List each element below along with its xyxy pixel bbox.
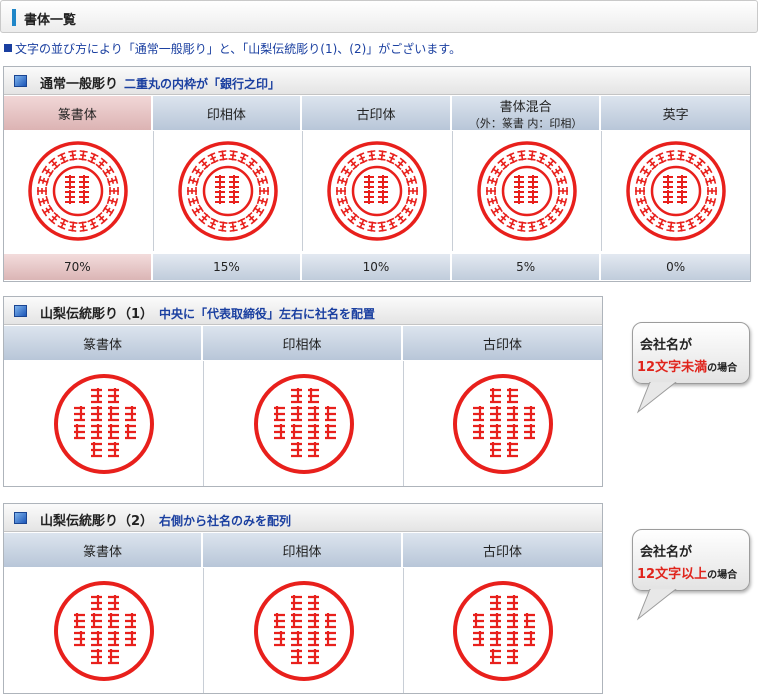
square-bullet-icon <box>4 44 12 52</box>
stamp-cell <box>4 568 204 693</box>
stamp-koin-image <box>327 141 428 241</box>
stamp-cell <box>154 131 304 251</box>
col-header-insou: 印相体 <box>152 96 303 130</box>
stamp-row <box>4 568 602 693</box>
percent-mixed: 5% <box>451 254 602 280</box>
col-label: 古印体 <box>356 107 396 123</box>
stamp-cell <box>602 131 750 251</box>
percent-insou: 15% <box>152 254 303 280</box>
stamp-row <box>4 361 602 486</box>
col-label: 印相体 <box>206 107 246 123</box>
col-header-koin: 古印体 <box>403 533 602 567</box>
percent-english: 0% <box>601 254 750 280</box>
section-standard: 通常一般彫り 二重丸の内枠が「銀行之印」 篆書体 印相体 古印体 書体混合 （外：篆… <box>3 66 751 282</box>
col-label: 古印体 <box>482 544 522 560</box>
stamp-insou-image <box>178 141 278 241</box>
callout-line1: 会社名が <box>640 338 693 353</box>
stamp-insou-image <box>253 580 354 681</box>
stamp-tensho-image <box>28 141 129 241</box>
stamp-cell <box>4 131 154 251</box>
page-header: 書体一覧 <box>0 0 758 33</box>
font-header-row: 篆書体 印相体 古印体 書体混合 （外：篆書 内：印相） 英字 <box>4 96 750 130</box>
section-subtitle: 中央に「代表取締役」左右に社名を配置 <box>159 307 376 321</box>
intro-label: 文字の並び方により「通常一般彫り」と、「山梨伝統彫り(1)、(2)」がございます… <box>15 42 462 56</box>
section-header: 山梨伝統彫り（2） 右側から社名のみを配列 <box>4 504 602 532</box>
section-title-text: 山梨伝統彫り（1） <box>40 307 154 322</box>
percent-row: 70% 15% 10% 5% 0% <box>4 254 750 280</box>
stamp-koin-image <box>453 373 553 474</box>
section-header: 山梨伝統彫り（1） 中央に「代表取締役」左右に社名を配置 <box>4 297 602 325</box>
col-label: 印相体 <box>282 544 322 560</box>
col-header-tensho: 篆書体 <box>4 96 153 130</box>
section-title: 山梨伝統彫り（1） 中央に「代表取締役」左右に社名を配置 <box>40 303 375 322</box>
col-header-insou: 印相体 <box>203 533 403 567</box>
col-label: 英字 <box>662 107 689 123</box>
callout-tail-text: の場合 <box>707 570 738 581</box>
stamp-cell <box>303 131 453 251</box>
callout-line1: 会社名が <box>640 545 693 560</box>
callout-pointer-icon <box>636 382 677 414</box>
col-label: 篆書体 <box>82 544 122 560</box>
stamp-cell <box>404 568 602 693</box>
section-subtitle: 二重丸の内枠が「銀行之印」 <box>124 77 281 91</box>
col-header-koin: 古印体 <box>403 326 602 360</box>
col-header-tensho: 篆書体 <box>4 533 203 567</box>
stamp-english-image <box>626 141 726 241</box>
col-header-english: 英字 <box>601 96 750 130</box>
stamp-cell <box>204 568 404 693</box>
section-header: 通常一般彫り 二重丸の内枠が「銀行之印」 <box>4 67 750 95</box>
callout-tail-text: の場合 <box>707 363 738 374</box>
stamp-insou-image <box>253 373 354 474</box>
callout-line2: 12文字以上の場合 <box>637 563 737 582</box>
col-label: 書体混合 <box>499 99 552 115</box>
stamp-row <box>4 131 750 251</box>
col-header-koin: 古印体 <box>302 96 452 130</box>
callout-pointer-icon <box>636 589 677 621</box>
section-title: 通常一般彫り 二重丸の内枠が「銀行之印」 <box>40 73 280 92</box>
callout-line2: 12文字未満の場合 <box>637 356 737 375</box>
intro-text: 文字の並び方により「通常一般彫り」と、「山梨伝統彫り(1)、(2)」がございます… <box>4 40 461 57</box>
stamp-cell <box>204 361 404 486</box>
section-yamanashi-2: 山梨伝統彫り（2） 右側から社名のみを配列 篆書体 印相体 古印体 <box>3 503 603 694</box>
stamp-mixed-image <box>477 141 577 241</box>
stamp-tensho-image <box>53 580 154 681</box>
col-label: 篆書体 <box>82 337 122 353</box>
section-square-icon <box>14 512 27 524</box>
callout-highlight: 12文字未満 <box>637 360 708 375</box>
percent-tensho: 70% <box>4 254 153 280</box>
font-header-row: 篆書体 印相体 古印体 <box>4 326 602 360</box>
section-title: 山梨伝統彫り（2） 右側から社名のみを配列 <box>40 510 291 529</box>
stamp-cell <box>404 361 602 486</box>
col-header-insou: 印相体 <box>203 326 403 360</box>
percent-koin: 10% <box>302 254 452 280</box>
page-title: 書体一覧 <box>24 13 77 28</box>
col-header-mixed: 書体混合 （外：篆書 内：印相） <box>451 96 602 130</box>
section-title-text: 山梨伝統彫り（2） <box>40 514 154 529</box>
section-square-icon <box>14 75 27 87</box>
col-label: 篆書体 <box>57 107 97 123</box>
col-label: 古印体 <box>482 337 522 353</box>
stamp-cell <box>4 361 204 486</box>
col-label: 印相体 <box>282 337 322 353</box>
stamp-tensho-image <box>53 373 154 474</box>
section-subtitle: 右側から社名のみを配列 <box>159 514 292 528</box>
stamp-cell <box>453 131 603 251</box>
header-accent-bar <box>12 9 16 26</box>
stamp-koin-image <box>453 580 553 681</box>
callout-over-12: 会社名が 12文字以上の場合 <box>632 529 754 623</box>
font-header-row: 篆書体 印相体 古印体 <box>4 533 602 567</box>
section-yamanashi-1: 山梨伝統彫り（1） 中央に「代表取締役」左右に社名を配置 篆書体 印相体 古印体 <box>3 296 603 487</box>
section-square-icon <box>14 305 27 317</box>
col-sublabel: （外：篆書 内：印相） <box>468 116 583 130</box>
col-header-tensho: 篆書体 <box>4 326 203 360</box>
section-title-text: 通常一般彫り <box>40 77 119 92</box>
callout-highlight: 12文字以上 <box>637 567 708 582</box>
callout-under-12: 会社名が 12文字未満の場合 <box>632 322 754 416</box>
